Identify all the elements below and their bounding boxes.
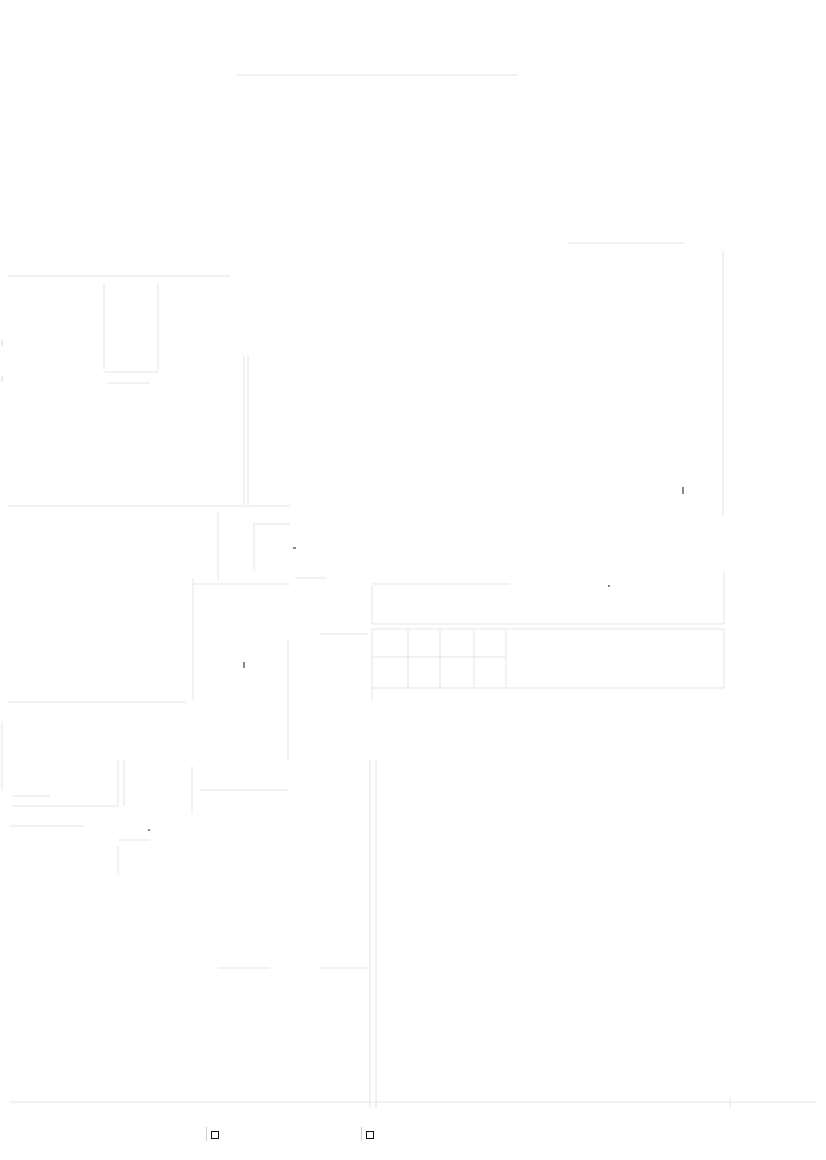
- square-marker-right: [366, 1131, 374, 1139]
- lower-left-panel: [1, 701, 288, 874]
- left-marker-tick: [206, 1127, 207, 1141]
- faint-line-drawing: [1, 74, 816, 1108]
- upper-right-panel: [568, 242, 724, 515]
- vertical-divider: [218, 640, 377, 1108]
- bottom-rule: [10, 1098, 816, 1108]
- upper-left-panel: [1, 275, 290, 507]
- square-marker-left: [211, 1131, 219, 1139]
- right-marker-tick: [361, 1127, 362, 1141]
- central-connector: [192, 512, 368, 700]
- grid-box: [371, 572, 725, 700]
